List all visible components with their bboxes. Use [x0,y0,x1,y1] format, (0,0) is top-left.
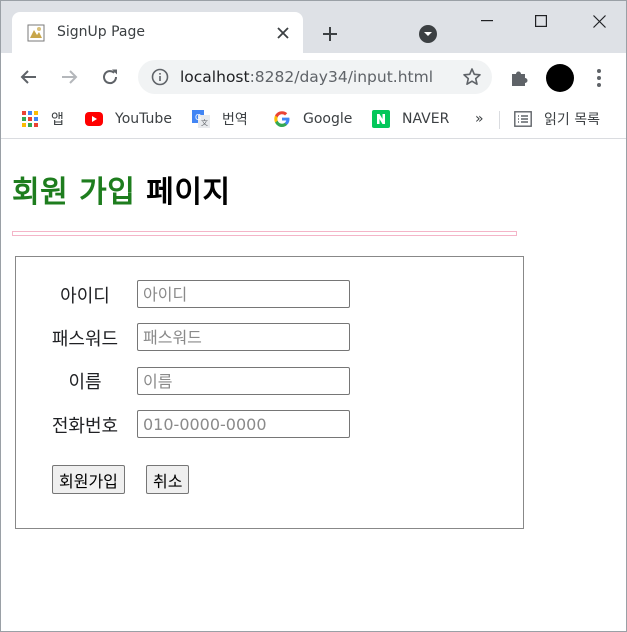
bookmark-label: Google [303,111,353,127]
signup-form: 아이디 패스워드 이름 전화번호 회원가입 취소 [15,256,524,529]
site-info-icon[interactable] [151,68,169,86]
bookmark-label: NAVER [402,111,450,127]
bookmark-label: YouTube [115,111,172,127]
title-divider [12,231,517,236]
profile-avatar[interactable] [546,64,574,92]
google-icon [273,110,291,128]
bookmark-star-icon[interactable] [462,67,482,87]
reading-list-button[interactable]: 읽기 목록 [514,108,600,130]
password-input[interactable] [137,323,350,351]
bookmarks-bar: 앱 YouTube G文 번역 Google NAVER » 읽기 목록 [1,101,626,139]
more-menu-icon[interactable] [591,67,607,89]
forward-arrow-icon[interactable] [57,65,81,89]
more-bookmarks-chevron: » [475,111,484,127]
bookmark-translate[interactable]: G文 번역 [192,108,248,130]
id-input[interactable] [137,280,350,308]
page-favicon-icon [27,24,45,42]
reload-icon[interactable] [98,65,122,89]
reading-list-icon [514,110,532,128]
signup-submit-button[interactable]: 회원가입 [52,465,125,494]
youtube-icon [85,110,103,128]
maximize-icon[interactable] [529,9,553,33]
bookmark-label: 앱 [51,112,64,128]
phone-label: 전화번호 [51,416,119,437]
browser-window: SignUp Page localhost:8282/day34/input.h… [0,0,627,632]
page-title: 회원 가입 페이지 [12,167,231,211]
browser-tab[interactable]: SignUp Page [12,12,303,54]
back-arrow-icon[interactable] [17,65,41,89]
tab-close-icon[interactable] [273,23,293,43]
minimize-icon[interactable] [475,9,499,33]
extensions-puzzle-icon[interactable] [508,67,530,89]
close-window-icon[interactable] [587,9,611,33]
reading-list-label: 읽기 목록 [544,112,600,128]
tab-search-icon[interactable] [418,24,438,44]
url-host: localhost [180,68,250,86]
bookmark-apps[interactable]: 앱 [21,108,64,130]
bookmarks-divider [499,111,500,129]
page-title-green: 회원 가입 [12,175,136,210]
url-text[interactable]: localhost:8282/day34/input.html [180,68,433,86]
svg-text:文: 文 [201,118,208,127]
browser-toolbar: localhost:8282/day34/input.html [1,53,626,101]
id-label: 아이디 [60,286,110,307]
cancel-button[interactable]: 취소 [146,465,190,494]
page-title-black: 페이지 [135,175,231,210]
bookmark-naver[interactable]: NAVER [372,108,449,130]
bookmark-youtube[interactable]: YouTube [85,108,172,130]
bookmark-google[interactable]: Google [273,108,352,130]
address-bar[interactable]: localhost:8282/day34/input.html [138,60,492,94]
naver-icon [372,110,390,128]
apps-grid-icon [21,110,39,128]
name-input[interactable] [137,367,350,395]
page-content: 회원 가입 페이지 아이디 패스워드 이름 전화번호 회원가입 취소 [1,140,626,631]
translate-icon: G文 [192,110,210,128]
bookmark-label: 번역 [222,112,248,128]
password-label: 패스워드 [51,329,119,350]
new-tab-icon[interactable] [319,23,341,45]
more-bookmarks-button[interactable]: » [475,108,484,130]
name-label: 이름 [68,372,102,393]
url-path: :8282/day34/input.html [249,68,434,86]
title-bar: SignUp Page [1,1,626,54]
tab-title: SignUp Page [57,24,146,40]
phone-input[interactable] [137,410,350,438]
